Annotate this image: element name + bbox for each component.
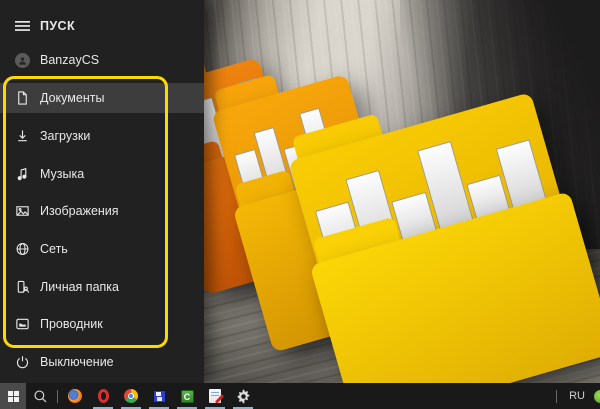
network-globe-icon — [13, 241, 31, 257]
menu-item-label: Загрузки — [40, 129, 90, 143]
menu-item-label: Выключение — [40, 355, 114, 369]
pictures-icon — [13, 203, 31, 219]
start-menu-header: ПУСК — [0, 11, 204, 41]
chrome-icon — [124, 389, 138, 403]
hamburger-icon[interactable] — [13, 20, 31, 32]
windows-logo-icon — [8, 391, 19, 402]
menu-item-network[interactable]: Сеть — [0, 234, 204, 264]
settings-gear-icon — [236, 389, 251, 404]
system-tray: RU — [553, 383, 600, 409]
start-button[interactable] — [0, 383, 26, 409]
menu-item-power[interactable]: Выключение — [0, 347, 204, 377]
menu-item-user[interactable]: BanzayCS — [0, 45, 204, 75]
menu-item-label: Проводник — [40, 317, 103, 331]
taskbar-app-firefox[interactable] — [61, 383, 89, 409]
menu-item-label: Сеть — [40, 242, 68, 256]
start-menu-panel: ПУСК BanzayCS Документы Загрузки Музыка … — [0, 0, 204, 383]
taskbar-app-settings[interactable] — [229, 383, 257, 409]
download-icon — [13, 128, 31, 144]
menu-item-personal-folder[interactable]: Личная папка — [0, 272, 204, 302]
taskbar-separator — [57, 390, 58, 403]
taskbar-app-opera[interactable] — [89, 383, 117, 409]
language-indicator[interactable]: RU — [560, 390, 594, 402]
start-menu-title: ПУСК — [40, 19, 75, 33]
menu-item-label: Документы — [40, 91, 104, 105]
menu-item-pictures[interactable]: Изображения — [0, 196, 204, 226]
music-note-icon — [13, 166, 31, 182]
search-icon — [33, 389, 48, 404]
taskbar-app-chrome[interactable] — [117, 383, 145, 409]
taskbar-app-photo-editor[interactable] — [201, 383, 229, 409]
floppy-disk-app-icon — [153, 390, 166, 403]
user-avatar-icon — [13, 53, 31, 68]
menu-item-downloads[interactable]: Загрузки — [0, 121, 204, 151]
taskbar: C RU — [0, 383, 600, 409]
personal-folder-icon — [13, 279, 31, 295]
document-icon — [13, 90, 31, 106]
file-explorer-icon — [13, 316, 31, 332]
photo-editor-icon — [209, 389, 221, 403]
power-icon — [13, 354, 31, 370]
taskbar-app-floppy[interactable] — [145, 383, 173, 409]
menu-item-documents[interactable]: Документы — [0, 83, 204, 113]
firefox-icon — [68, 389, 82, 403]
menu-item-label: Личная папка — [40, 280, 119, 294]
user-name: BanzayCS — [40, 53, 99, 67]
menu-item-music[interactable]: Музыка — [0, 159, 204, 189]
tray-separator — [556, 390, 557, 403]
menu-item-label: Изображения — [40, 204, 119, 218]
camtasia-icon: C — [181, 390, 194, 403]
menu-item-label: Музыка — [40, 167, 84, 181]
opera-icon — [98, 389, 109, 403]
taskbar-app-camtasia[interactable]: C — [173, 383, 201, 409]
taskbar-search-button[interactable] — [26, 383, 54, 409]
green-tray-icon[interactable] — [594, 390, 600, 403]
menu-item-explorer[interactable]: Проводник — [0, 309, 204, 339]
